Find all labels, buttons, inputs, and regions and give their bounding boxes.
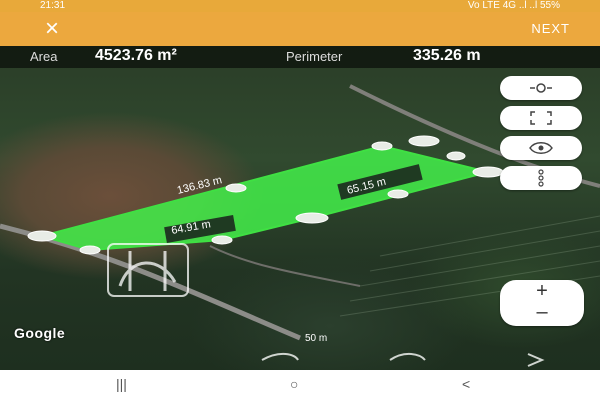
- vertex-handle[interactable]: [472, 166, 504, 178]
- perimeter-value: 335.26 m: [413, 47, 481, 64]
- next-button[interactable]: NEXT: [531, 21, 570, 36]
- more-vertical-icon: [538, 169, 544, 187]
- vertex-handle[interactable]: [387, 189, 409, 199]
- status-indicators: Vo LTE 4G ..l ..l 55%: [467, 0, 560, 11]
- visibility-button[interactable]: [500, 136, 582, 160]
- map-nav-arrows: [261, 353, 545, 367]
- area-value: 4523.76 m²: [95, 47, 177, 64]
- more-options-button[interactable]: [500, 166, 582, 190]
- area-label: Area: [30, 49, 58, 64]
- recents-button[interactable]: |||: [116, 376, 127, 392]
- top-toolbar: × NEXT: [0, 12, 600, 46]
- zoom-out-button[interactable]: –: [500, 302, 584, 326]
- road: [209, 245, 361, 287]
- vertex-handle[interactable]: [79, 245, 101, 255]
- perimeter-label: Perimeter: [286, 49, 343, 64]
- eye-icon: [529, 142, 553, 154]
- measurement-info-bar: Area 4523.76 m² Perimeter 335.26 m: [0, 46, 600, 68]
- back-button[interactable]: <: [462, 376, 470, 392]
- vertex-handle[interactable]: [27, 230, 57, 242]
- map-attribution: Google: [14, 325, 66, 341]
- crosshair-icon: [530, 83, 552, 93]
- home-button[interactable]: ○: [290, 376, 298, 392]
- vertex-handle[interactable]: [371, 141, 393, 151]
- vertex-handle[interactable]: [446, 151, 466, 161]
- watermark-logo: [107, 243, 189, 297]
- close-icon: ×: [44, 15, 59, 42]
- vertex-handle[interactable]: [225, 183, 247, 193]
- system-nav-bar: ||| ○ <: [0, 370, 600, 400]
- zoom-in-button[interactable]: +: [500, 280, 584, 303]
- locate-button[interactable]: [500, 76, 582, 100]
- vertex-handle[interactable]: [408, 135, 440, 147]
- status-bar: 21:31 Vo LTE 4G ..l ..l 55%: [0, 0, 600, 12]
- vertex-handle[interactable]: [211, 235, 233, 245]
- status-time: 21:31: [40, 0, 66, 11]
- fullscreen-button[interactable]: [500, 106, 582, 130]
- close-button[interactable]: ×: [34, 15, 70, 42]
- measured-area-polygon[interactable]: [38, 144, 489, 252]
- zoom-control: + –: [500, 280, 584, 326]
- fullscreen-icon: [530, 111, 552, 125]
- map-scale: 50 m: [305, 333, 328, 344]
- vertex-handle[interactable]: [295, 212, 329, 224]
